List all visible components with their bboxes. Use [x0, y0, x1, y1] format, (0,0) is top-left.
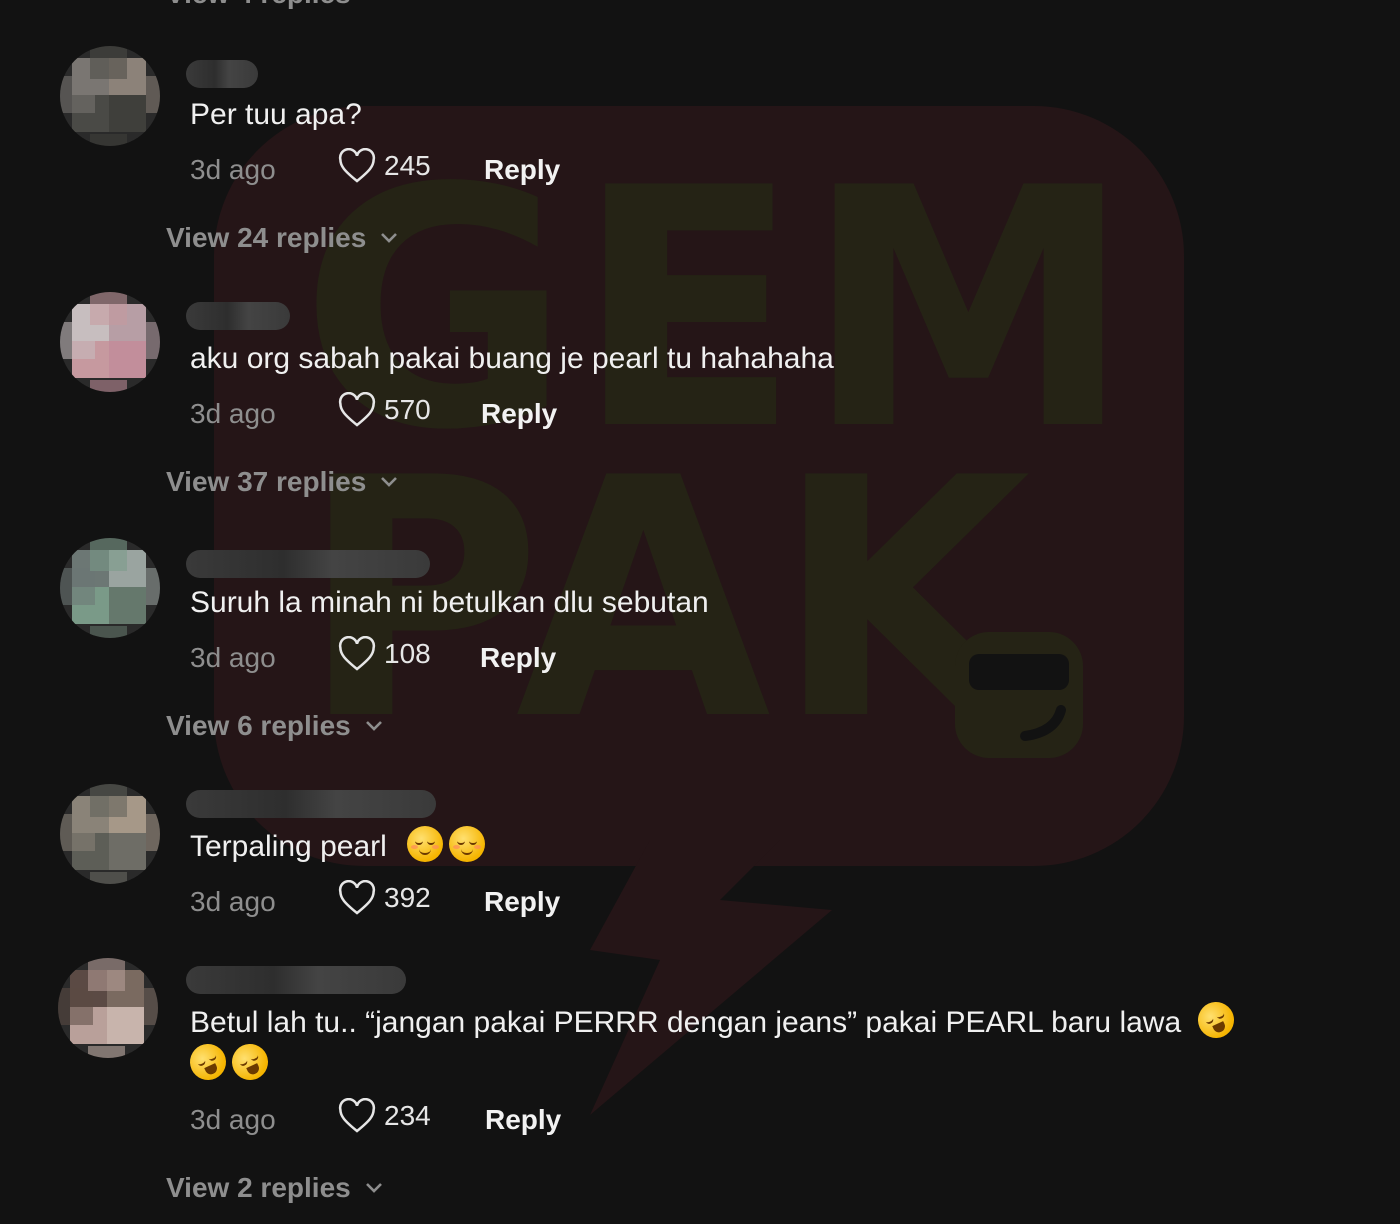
- avatar[interactable]: [58, 958, 158, 1058]
- timestamp: 3d ago: [190, 1104, 276, 1135]
- avatar-pixel: [90, 784, 127, 817]
- rofl-emoji: [184, 1038, 232, 1086]
- view-replies-link[interactable]: View 6 replies: [166, 710, 383, 742]
- avatar-pixel: [146, 322, 160, 359]
- avatar-pixel: [144, 988, 158, 1025]
- avatar-pixel: [109, 587, 146, 624]
- avatar-pixel: [90, 626, 127, 638]
- reply-button[interactable]: Reply: [485, 1104, 561, 1136]
- avatar-pixel: [60, 814, 95, 851]
- avatar-pixel: [107, 1007, 144, 1044]
- view-replies-label: View 2 replies: [166, 1172, 351, 1203]
- avatar-pixel: [60, 322, 95, 359]
- like-count: 392: [384, 882, 431, 913]
- comment-text: aku org sabah pakai buang je pearl tu ha…: [190, 342, 834, 375]
- avatar[interactable]: [60, 292, 160, 392]
- heart-outline-icon: [338, 392, 376, 427]
- timestamp: 3d ago: [190, 642, 276, 673]
- avatar-pixel: [58, 988, 93, 1025]
- view-replies-link[interactable]: View 24 replies: [166, 222, 398, 254]
- avatar-pixel: [146, 76, 160, 113]
- comment-text: Suruh la minah ni betulkan dlu sebutan: [190, 586, 709, 619]
- avatar-pixel: [90, 380, 127, 392]
- avatar[interactable]: [60, 538, 160, 638]
- like-count: 570: [384, 394, 431, 425]
- view-replies-link[interactable]: View 37 replies: [166, 466, 398, 498]
- reply-button[interactable]: Reply: [481, 398, 557, 430]
- like-button[interactable]: 245: [338, 148, 431, 184]
- comment-text: Per tuu apa?: [190, 98, 362, 131]
- comment-text-body: Betul lah tu.. “jangan pakai PERRR denga…: [190, 1006, 1182, 1039]
- avatar-pixel: [60, 76, 95, 113]
- like-button[interactable]: 570: [338, 392, 431, 428]
- reply-button[interactable]: Reply: [484, 886, 560, 918]
- avatar-pixel: [146, 814, 160, 851]
- avatar-pixel: [90, 46, 127, 79]
- reply-button[interactable]: Reply: [484, 154, 560, 186]
- rofl-emoji: [1191, 996, 1240, 1044]
- heart-outline-icon: [338, 1098, 376, 1133]
- avatar[interactable]: [60, 784, 160, 884]
- comment-text: Terpaling pearl: [190, 826, 1320, 868]
- chevron-down-icon: [365, 721, 382, 731]
- like-button[interactable]: 392: [338, 880, 431, 916]
- avatar-pixel: [90, 538, 127, 571]
- comment-text: Betul lah tu.. “jangan pakai PERRR denga…: [184, 996, 1320, 1086]
- view-replies-label: View 6 replies: [166, 710, 351, 741]
- chevron-down-icon: [365, 1183, 382, 1193]
- avatar[interactable]: [60, 46, 160, 146]
- chevron-down-icon: [381, 477, 398, 487]
- comment-text-body: Terpaling pearl: [190, 830, 387, 863]
- avatar-pixel: [88, 958, 125, 991]
- avatar-pixel: [109, 833, 146, 870]
- avatar-pixel: [146, 568, 160, 605]
- username-redacted[interactable]: [186, 966, 406, 994]
- chevron-down-icon: [381, 233, 398, 243]
- like-button[interactable]: 108: [338, 636, 431, 672]
- username-redacted[interactable]: [186, 550, 430, 578]
- rofl-emoji: [226, 1038, 274, 1086]
- avatar-pixel: [60, 568, 95, 605]
- avatar-pixel: [109, 95, 146, 132]
- avatar-pixel: [90, 872, 127, 884]
- avatar-pixel: [109, 341, 146, 378]
- view-replies-link[interactable]: View 2 replies: [166, 1172, 383, 1204]
- timestamp: 3d ago: [190, 154, 276, 185]
- heart-outline-icon: [338, 148, 376, 183]
- username-redacted[interactable]: [186, 60, 258, 88]
- avatar-pixel: [90, 134, 127, 146]
- relieved-face-emoji: [449, 826, 486, 862]
- timestamp: 3d ago: [190, 886, 276, 917]
- heart-outline-icon: [338, 880, 376, 915]
- like-button[interactable]: 234: [338, 1098, 431, 1134]
- timestamp: 3d ago: [190, 398, 276, 429]
- view-replies-label: View 24 replies: [166, 222, 367, 253]
- view-replies-label: View 37 replies: [166, 466, 367, 497]
- avatar-pixel: [88, 1046, 125, 1058]
- watermark-face-icon: [955, 632, 1083, 758]
- username-redacted[interactable]: [186, 302, 290, 330]
- relieved-face-emoji: [407, 826, 444, 862]
- avatar-pixel: [90, 292, 127, 325]
- like-count: 234: [384, 1100, 431, 1131]
- username-redacted[interactable]: [186, 790, 436, 818]
- view-replies-link[interactable]: View 4 replies: [166, 0, 351, 10]
- like-count: 108: [384, 638, 431, 669]
- like-count: 245: [384, 150, 431, 181]
- reply-button[interactable]: Reply: [480, 642, 556, 674]
- heart-outline-icon: [338, 636, 376, 671]
